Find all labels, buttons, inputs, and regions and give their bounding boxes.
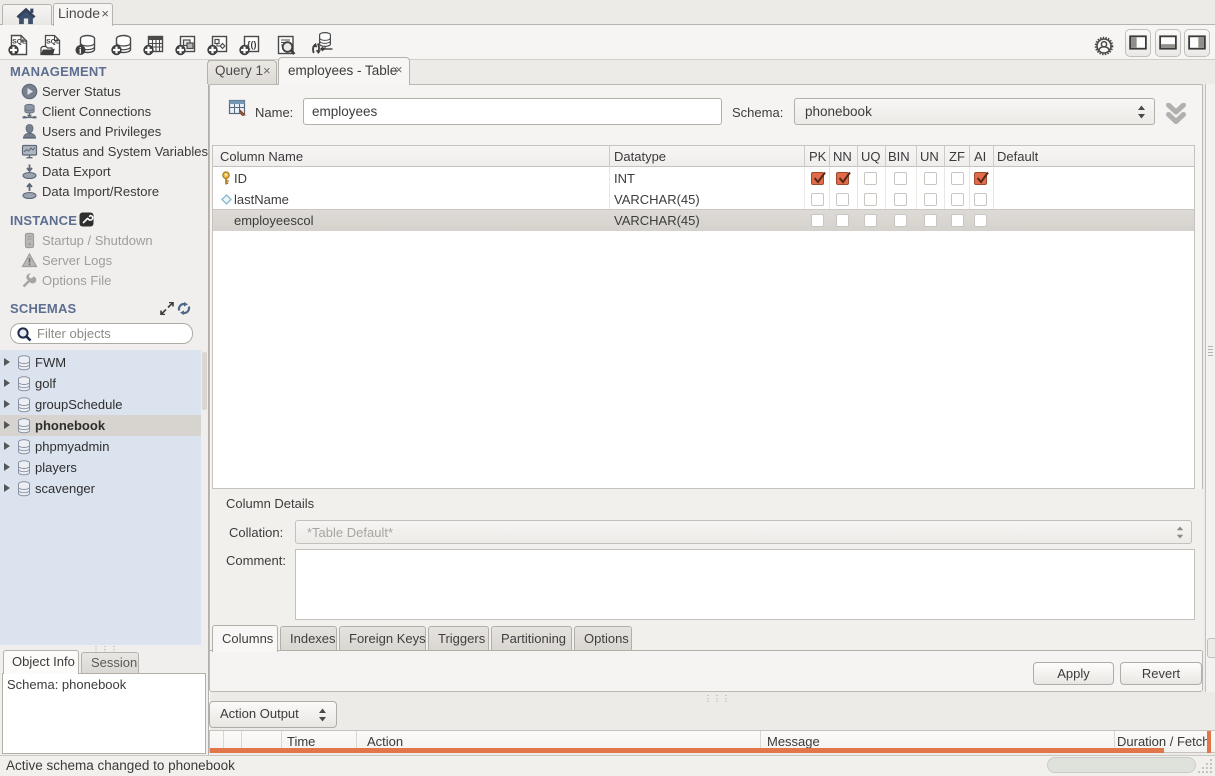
svg-text:SQL: SQL bbox=[46, 38, 60, 45]
svg-text:SQL: SQL bbox=[12, 39, 26, 46]
